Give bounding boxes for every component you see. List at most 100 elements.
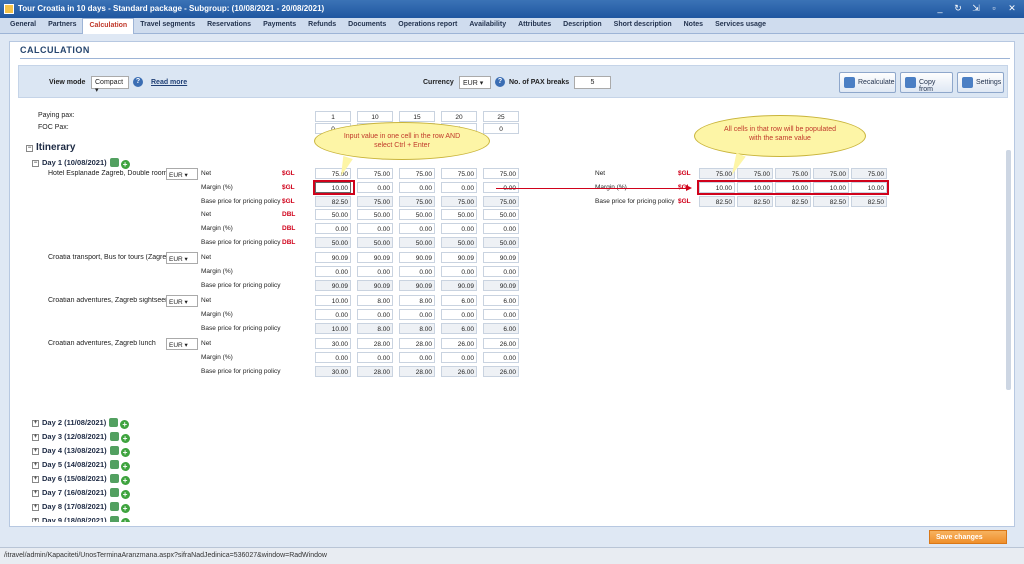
tab-availability[interactable]: Availability: [463, 18, 512, 34]
expand-icon[interactable]: +: [32, 504, 39, 511]
view-mode-select[interactable]: Compact ▾: [91, 76, 129, 94]
price-cell[interactable]: 0.00: [399, 223, 435, 235]
tab-operations-report[interactable]: Operations report: [392, 18, 463, 34]
price-cell[interactable]: 50.00: [315, 237, 351, 248]
tab-short-description[interactable]: Short description: [608, 18, 678, 34]
price-cell[interactable]: 0.00: [441, 309, 477, 320]
price-cell[interactable]: 6.00: [441, 322, 477, 334]
price-cell[interactable]: 0.00: [315, 351, 351, 363]
service-currency-select[interactable]: EUR ▾: [166, 168, 198, 180]
price-cell[interactable]: 75.00: [441, 168, 477, 179]
paying-pax-cell[interactable]: 15: [399, 111, 435, 122]
tab-general[interactable]: General: [4, 18, 42, 34]
price-cell[interactable]: 50.00: [399, 209, 435, 221]
price-cell[interactable]: 90.09: [441, 252, 477, 264]
price-cell[interactable]: 90.09: [315, 279, 351, 291]
tab-travel-segments[interactable]: Travel segments: [134, 18, 201, 34]
price-cell[interactable]: 28.00: [357, 365, 393, 377]
service-currency-select[interactable]: EUR ▾: [166, 252, 198, 265]
price-cell[interactable]: 90.09: [399, 252, 435, 264]
expand-icon[interactable]: +: [32, 434, 39, 441]
help-icon[interactable]: ?: [495, 77, 505, 87]
edit-icon[interactable]: [109, 460, 119, 469]
price-cell[interactable]: 0.00: [483, 351, 519, 363]
tab-documents[interactable]: Documents: [342, 18, 392, 34]
help-icon[interactable]: ?: [133, 77, 143, 87]
price-cell[interactable]: 75.00: [399, 168, 435, 179]
price-cell[interactable]: 0.00: [483, 223, 519, 235]
price-cell[interactable]: 90.09: [483, 279, 519, 291]
price-cell[interactable]: 0.00: [399, 181, 435, 193]
price-cell[interactable]: 0.00: [315, 223, 351, 235]
service-currency-select[interactable]: EUR ▾: [166, 295, 198, 308]
price-cell[interactable]: 90.09: [315, 252, 351, 264]
price-cell[interactable]: 50.00: [357, 209, 393, 221]
price-cell[interactable]: 50.00: [441, 237, 477, 248]
edit-icon[interactable]: [109, 446, 119, 455]
price-cell[interactable]: 0.00: [441, 351, 477, 363]
price-cell[interactable]: 50.00: [399, 237, 435, 248]
day-header[interactable]: + Day 4 (13/08/2021) +: [32, 446, 130, 457]
day-header[interactable]: + Day 5 (14/08/2021) +: [32, 460, 130, 471]
price-cell[interactable]: 0.00: [441, 223, 477, 235]
pin-icon[interactable]: ⇲: [968, 2, 984, 15]
price-cell[interactable]: 75.00: [483, 195, 519, 207]
tab-notes[interactable]: Notes: [678, 18, 709, 34]
day-header[interactable]: + Day 2 (11/08/2021) +: [32, 418, 130, 429]
day-header[interactable]: + Day 3 (12/08/2021) +: [32, 432, 130, 443]
price-cell[interactable]: 75.00: [399, 195, 435, 207]
price-cell[interactable]: 0.00: [441, 266, 477, 278]
tab-description[interactable]: Description: [557, 18, 608, 34]
tab-payments[interactable]: Payments: [257, 18, 302, 34]
expand-icon[interactable]: +: [32, 518, 39, 522]
edit-icon[interactable]: [109, 418, 119, 427]
expand-icon[interactable]: +: [32, 420, 39, 427]
edit-icon[interactable]: [109, 432, 119, 441]
price-cell[interactable]: 0.00: [357, 223, 393, 235]
add-icon[interactable]: +: [120, 476, 130, 485]
day-header[interactable]: − Day 1 (10/08/2021) +: [32, 158, 130, 169]
price-cell[interactable]: 90.09: [357, 252, 393, 264]
price-cell[interactable]: 50.00: [441, 209, 477, 221]
expand-icon[interactable]: +: [32, 490, 39, 497]
add-icon[interactable]: +: [120, 518, 130, 522]
price-cell[interactable]: 75.00: [357, 168, 393, 179]
price-cell[interactable]: 30.00: [315, 365, 351, 377]
price-cell[interactable]: 8.00: [357, 295, 393, 307]
day-header[interactable]: + Day 7 (16/08/2021) +: [32, 488, 130, 499]
add-icon[interactable]: +: [120, 160, 130, 169]
price-cell[interactable]: 0.00: [399, 351, 435, 363]
edit-icon[interactable]: [109, 158, 119, 167]
price-cell[interactable]: 0.00: [441, 181, 477, 193]
paying-pax-cell[interactable]: 25: [483, 111, 519, 122]
tab-refunds[interactable]: Refunds: [302, 18, 342, 34]
price-cell[interactable]: 8.00: [399, 295, 435, 307]
price-cell[interactable]: 0.00: [357, 266, 393, 278]
result-price-cell[interactable]: 82.50: [851, 195, 887, 207]
day-header[interactable]: + Day 8 (17/08/2021) +: [32, 502, 130, 513]
price-cell[interactable]: 6.00: [483, 295, 519, 307]
price-cell[interactable]: 0.00: [357, 351, 393, 363]
save-changes-button[interactable]: Save changes: [929, 530, 1007, 544]
paying-pax-cell[interactable]: 20: [441, 111, 477, 122]
paying-pax-cell[interactable]: 10: [357, 111, 393, 122]
tab-calculation[interactable]: Calculation: [82, 18, 135, 34]
pax-breaks-input[interactable]: 5: [574, 76, 611, 89]
add-icon[interactable]: +: [120, 462, 130, 471]
day-header[interactable]: +Day 9 (18/08/2021)+: [32, 516, 130, 522]
price-cell[interactable]: 0.00: [315, 266, 351, 278]
price-cell[interactable]: 6.00: [441, 295, 477, 307]
recalculate-button[interactable]: Recalculate: [839, 72, 896, 93]
result-price-cell[interactable]: 75.00: [775, 168, 811, 179]
service-currency-select[interactable]: EUR ▾: [166, 338, 198, 351]
add-icon[interactable]: +: [120, 504, 130, 513]
edit-icon[interactable]: [109, 474, 119, 483]
copy-from-button[interactable]: Copy from: [900, 72, 953, 93]
price-cell[interactable]: 50.00: [483, 209, 519, 221]
minimize-icon[interactable]: _: [932, 2, 948, 15]
price-cell[interactable]: 50.00: [357, 237, 393, 248]
result-price-cell[interactable]: 75.00: [813, 168, 849, 179]
add-icon[interactable]: +: [120, 420, 130, 429]
price-cell[interactable]: 26.00: [441, 338, 477, 350]
result-price-cell[interactable]: 75.00: [737, 168, 773, 179]
